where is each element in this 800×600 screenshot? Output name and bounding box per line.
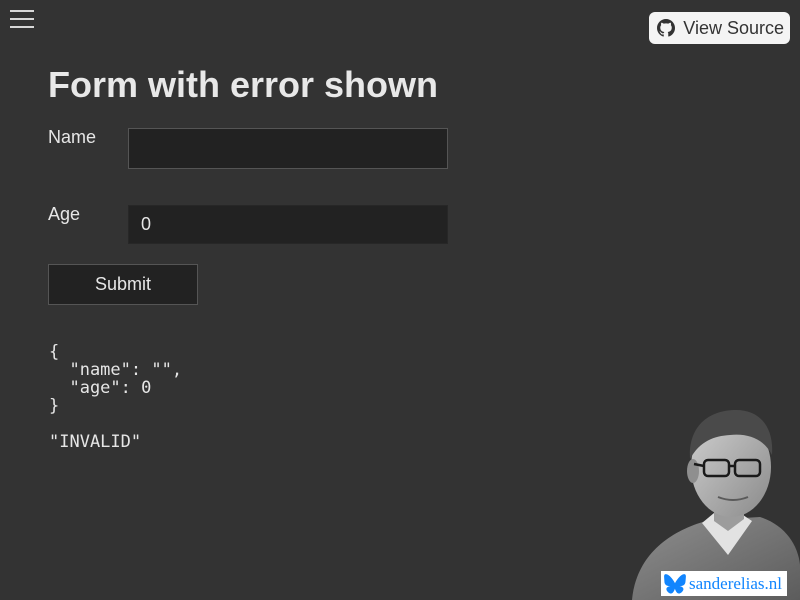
bluesky-butterfly-icon [664,573,686,594]
view-source-button[interactable]: View Source [649,12,790,44]
hamburger-menu-icon[interactable] [10,10,34,28]
name-input[interactable] [128,128,448,169]
age-label: Age [48,204,81,224]
age-input[interactable] [128,205,448,244]
menu-bar [10,10,34,12]
form-json-output: { "name": "", "age": 0 } [49,342,183,416]
menu-bar [10,18,34,20]
page: View Source Form with error shown Name A… [0,0,800,600]
submit-button[interactable]: Submit [48,264,198,305]
name-label: Name [48,127,97,147]
author-site-link: sanderelias.nl [689,573,782,593]
page-title: Form with error shown [48,64,439,105]
view-source-label: View Source [683,17,784,38]
author-site-badge[interactable]: sanderelias.nl [661,571,787,596]
menu-bar [10,26,34,28]
validation-status: "INVALID" [49,432,142,452]
github-icon [657,19,676,37]
